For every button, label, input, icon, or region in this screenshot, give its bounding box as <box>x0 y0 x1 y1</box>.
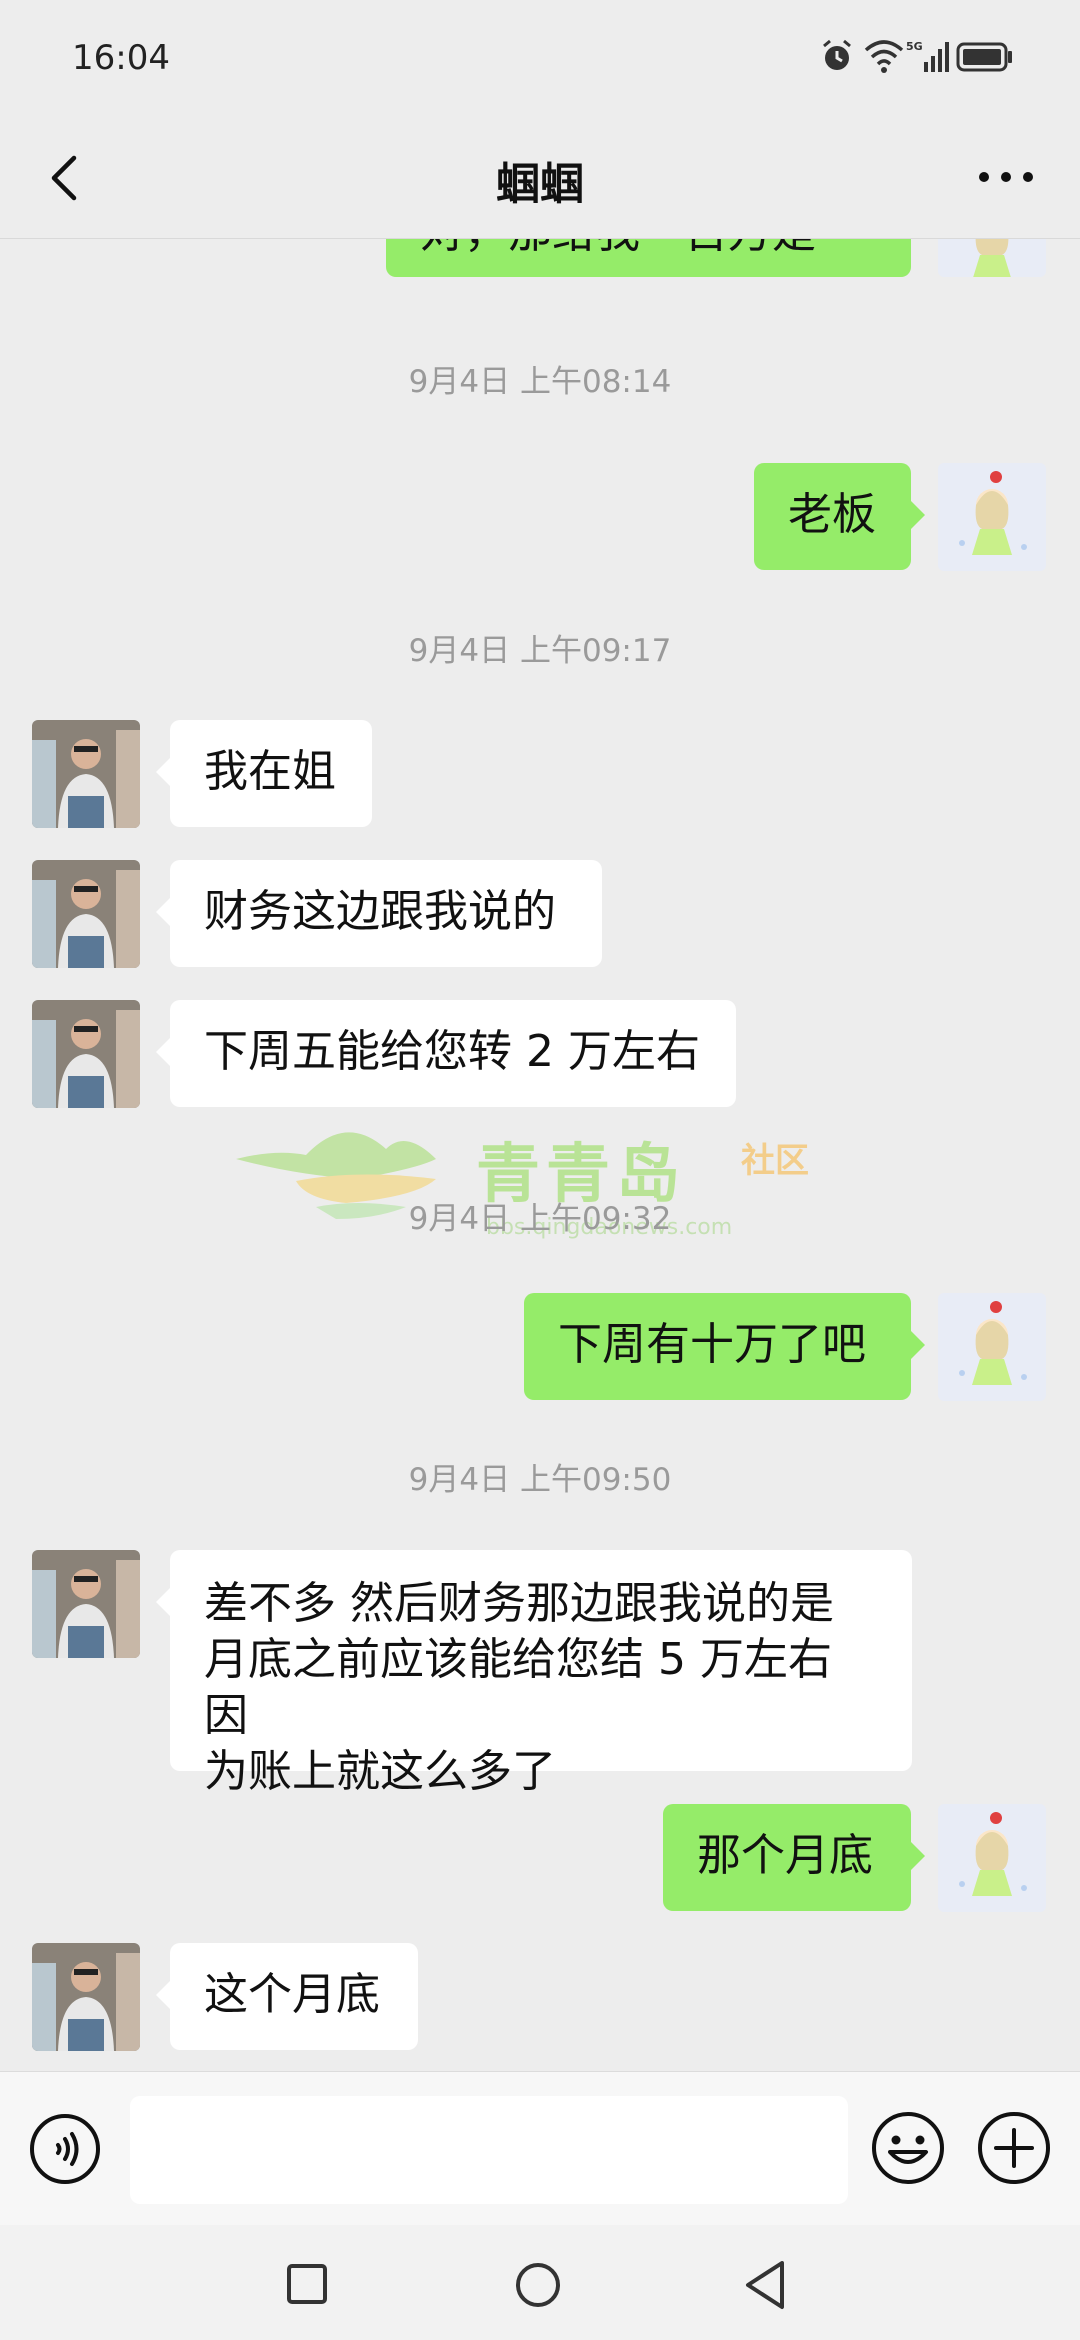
timestamp-label: 9月4日 上午09:32 <box>408 1201 672 1237</box>
chat-input-bar <box>0 2071 1080 2226</box>
message-text: 对，那给我一百万是 <box>420 239 816 258</box>
my-avatar[interactable] <box>938 463 1046 571</box>
contact-photo <box>32 1000 140 1108</box>
chat-header: 蝈蝈 <box>0 120 1080 239</box>
more-options-icon[interactable] <box>976 162 1036 192</box>
message-text-line: 月底之前应该能给您结 5 万左右 因 <box>204 1634 832 1741</box>
watermark-subtext: 社区 <box>741 1141 809 1181</box>
contact-photo <box>32 1943 140 2051</box>
contact-photo <box>32 860 140 968</box>
cellular-signal-icon: 5G <box>906 40 949 72</box>
message-bubble-outgoing[interactable]: 下周有十万了吧 <box>524 1293 925 1400</box>
emoji-icon[interactable] <box>870 2110 946 2186</box>
message-bubble-outgoing[interactable]: 老板 <box>754 463 925 570</box>
message-text: 老板 <box>788 489 876 540</box>
timestamp-label: 9月4日 上午08:14 <box>408 364 672 400</box>
avatar-girl-illustration <box>938 463 1046 571</box>
alarm-icon <box>823 39 851 70</box>
status-bar: 16:04 5G <box>0 0 1080 120</box>
message-bubble-incoming[interactable]: 我在姐 <box>156 720 372 827</box>
contact-avatar[interactable] <box>32 860 140 968</box>
message-bubble-incoming[interactable]: 下周五能给您转 2 万左右 <box>156 1000 736 1107</box>
status-time: 16:04 <box>72 38 170 78</box>
message-text: 我在姐 <box>204 746 336 797</box>
contact-photo <box>32 720 140 828</box>
voice-icon[interactable] <box>28 2112 102 2186</box>
contact-avatar[interactable] <box>32 1550 140 1658</box>
avatar-girl-illustration <box>938 1804 1046 1912</box>
message-text: 下周五能给您转 2 万左右 <box>204 1026 700 1077</box>
my-avatar[interactable] <box>938 1804 1046 1912</box>
message-list[interactable]: 对，那给我一百万是 9月4日 上午08:14 老板 9月4日 上午09:17 <box>0 239 1080 2071</box>
avatar-girl-illustration <box>938 239 1046 277</box>
contact-avatar[interactable] <box>32 720 140 828</box>
home-icon[interactable] <box>514 2261 562 2309</box>
message-bubble-outgoing[interactable]: 对，那给我一百万是 <box>386 239 911 277</box>
recent-apps-icon[interactable] <box>286 2263 328 2305</box>
battery-icon <box>956 42 1012 72</box>
message-bubble-outgoing[interactable]: 那个月底 <box>663 1804 925 1911</box>
message-text-line: 为账上就这么多了 <box>204 1746 556 1797</box>
timestamp-label: 9月4日 上午09:17 <box>408 633 672 669</box>
wifi-icon <box>864 40 904 73</box>
plus-icon[interactable] <box>976 2110 1052 2186</box>
timestamp-label: 9月4日 上午09:50 <box>408 1462 672 1498</box>
message-text-line: 差不多 然后财务那边跟我说的是 <box>204 1578 834 1629</box>
message-input[interactable] <box>130 2096 848 2204</box>
message-bubble-incoming[interactable]: 这个月底 <box>156 1943 418 2050</box>
back-arrow-icon[interactable] <box>40 150 92 206</box>
chat-title: 蝈蝈 <box>496 159 584 210</box>
my-avatar[interactable] <box>938 239 1046 277</box>
my-avatar[interactable] <box>938 1293 1046 1401</box>
svg-text:5G: 5G <box>906 40 923 53</box>
message-text: 下周有十万了吧 <box>558 1319 866 1370</box>
message-text: 那个月底 <box>697 1830 873 1881</box>
message-bubble-incoming[interactable]: 差不多 然后财务那边跟我说的是 月底之前应该能给您结 5 万左右 因 为账上就这… <box>156 1550 912 1797</box>
back-icon[interactable] <box>742 2259 790 2311</box>
avatar-girl-illustration <box>938 1293 1046 1401</box>
system-navigation-bar <box>0 2225 1080 2340</box>
contact-avatar[interactable] <box>32 1000 140 1108</box>
contact-photo <box>32 1550 140 1658</box>
contact-avatar[interactable] <box>32 1943 140 2051</box>
message-text: 这个月底 <box>204 1969 380 2020</box>
message-bubble-incoming[interactable]: 财务这边跟我说的 <box>156 860 602 967</box>
message-text: 财务这边跟我说的 <box>204 886 556 937</box>
